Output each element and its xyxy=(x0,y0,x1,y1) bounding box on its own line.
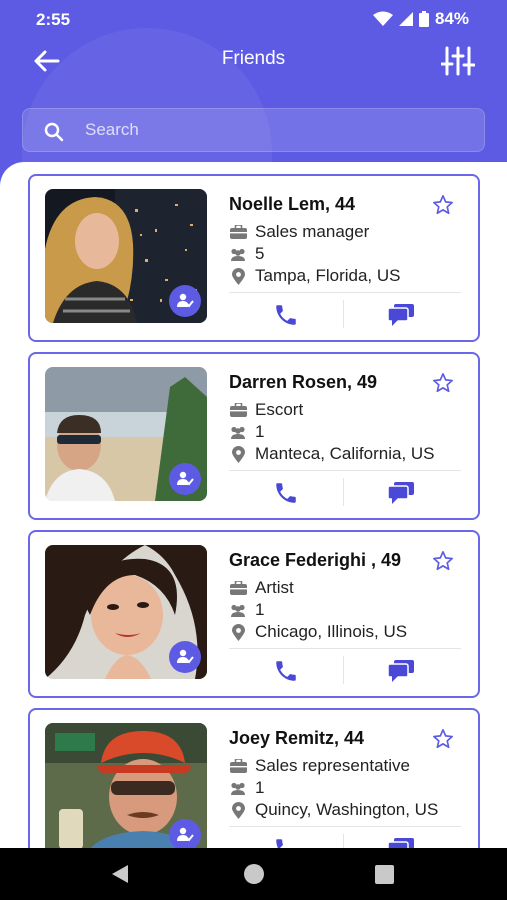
user-check-icon xyxy=(177,827,194,842)
status-indicators: 84% xyxy=(372,9,469,29)
status-time: 2:55 xyxy=(36,10,71,29)
action-divider xyxy=(343,656,344,684)
card-divider xyxy=(229,826,461,827)
briefcase-icon xyxy=(229,225,247,239)
friend-photo[interactable] xyxy=(45,367,207,501)
app-bar: Friends xyxy=(0,40,507,80)
pin-icon xyxy=(231,623,245,641)
friends-count-row: 1 xyxy=(229,778,264,798)
search-bar[interactable] xyxy=(22,108,485,152)
search-input[interactable] xyxy=(85,109,465,151)
friend-photo[interactable] xyxy=(45,189,207,323)
wifi-icon xyxy=(372,11,393,26)
pin-icon xyxy=(231,801,245,819)
star-outline-icon[interactable] xyxy=(432,728,454,750)
filter-button[interactable] xyxy=(440,44,476,78)
location-row: Tampa, Florida, US xyxy=(229,266,401,286)
friend-name: Noelle Lem, 44 xyxy=(229,194,356,214)
phone-icon[interactable] xyxy=(273,480,299,506)
job-row: Escort xyxy=(229,400,303,420)
status-bar: 2:55 84% xyxy=(0,0,507,38)
friends-count-row: 1 xyxy=(229,422,264,442)
sliders-icon xyxy=(440,46,476,76)
job-row: Sales representative xyxy=(229,756,410,776)
search-icon xyxy=(44,122,64,142)
action-divider xyxy=(343,300,344,328)
location-row: Chicago, Illinois, US xyxy=(229,622,407,642)
chat-icon[interactable] xyxy=(388,482,414,504)
friend-location: Manteca, California, US xyxy=(255,444,435,463)
briefcase-icon xyxy=(229,403,247,417)
phone-icon[interactable] xyxy=(273,658,299,684)
location-row: Quincy, Washington, US xyxy=(229,800,438,820)
briefcase-icon xyxy=(229,581,247,595)
star-outline-icon[interactable] xyxy=(432,194,454,216)
chat-icon[interactable] xyxy=(388,660,414,682)
job-row: Sales manager xyxy=(229,222,369,242)
star-outline-icon[interactable] xyxy=(432,550,454,572)
friend-name: Darren Rosen, 49 xyxy=(229,372,378,392)
verified-badge xyxy=(169,819,201,850)
friend-card[interactable]: Grace Federighi , 49 Artist 1 Chicago, I… xyxy=(28,530,480,698)
page-title: Friends xyxy=(221,48,286,69)
friends-count-row: 5 xyxy=(229,244,264,264)
friend-name: Grace Federighi , 49 xyxy=(229,550,402,570)
pin-icon xyxy=(231,445,245,463)
location-row: Manteca, California, US xyxy=(229,444,435,464)
card-divider xyxy=(229,470,461,471)
people-icon xyxy=(231,248,245,261)
user-check-icon xyxy=(177,649,194,664)
friends-count-row: 1 xyxy=(229,600,264,620)
friend-job: Artist xyxy=(255,578,294,597)
job-row: Artist xyxy=(229,578,294,598)
verified-badge xyxy=(169,463,201,495)
friend-location: Tampa, Florida, US xyxy=(255,266,401,285)
pin-icon xyxy=(231,267,245,285)
system-nav-bar xyxy=(0,848,507,900)
briefcase-icon xyxy=(229,759,247,773)
friend-count: 1 xyxy=(255,778,265,797)
nav-recents-icon[interactable] xyxy=(375,865,394,884)
people-icon xyxy=(231,782,245,795)
card-divider xyxy=(229,648,461,649)
action-divider xyxy=(343,478,344,506)
friend-card[interactable]: Darren Rosen, 49 Escort 1 Manteca, Calif… xyxy=(28,352,480,520)
friend-location: Quincy, Washington, US xyxy=(255,800,439,819)
friend-card[interactable]: Noelle Lem, 44 Sales manager 5 Tampa, Fl… xyxy=(28,174,480,342)
nav-home-icon[interactable] xyxy=(244,864,264,884)
verified-badge xyxy=(169,285,201,317)
friend-job: Sales representative xyxy=(255,756,410,775)
friend-count: 1 xyxy=(255,422,265,441)
friend-name: Joey Remitz, 44 xyxy=(229,728,365,748)
battery-icon xyxy=(418,11,429,27)
friend-job: Escort xyxy=(255,400,304,419)
nav-back-icon[interactable] xyxy=(110,864,130,884)
verified-badge xyxy=(169,641,201,673)
friends-list[interactable]: Noelle Lem, 44 Sales manager 5 Tampa, Fl… xyxy=(0,162,507,850)
phone-icon[interactable] xyxy=(273,302,299,328)
friend-count: 1 xyxy=(255,600,265,619)
people-icon xyxy=(231,426,245,439)
cell-signal-icon xyxy=(398,12,413,26)
friend-card[interactable]: Joey Remitz, 44 Sales representative 1 Q… xyxy=(28,708,480,850)
friend-photo[interactable] xyxy=(45,545,207,679)
friend-count: 5 xyxy=(255,244,265,263)
user-check-icon xyxy=(177,471,194,486)
user-check-icon xyxy=(177,293,194,308)
chat-icon[interactable] xyxy=(388,304,414,326)
friend-photo[interactable] xyxy=(45,723,207,850)
card-divider xyxy=(229,292,461,293)
friend-job: Sales manager xyxy=(255,222,370,241)
star-outline-icon[interactable] xyxy=(432,372,454,394)
people-icon xyxy=(231,604,245,617)
battery-percent: 84% xyxy=(434,9,469,28)
friend-location: Chicago, Illinois, US xyxy=(255,622,408,641)
